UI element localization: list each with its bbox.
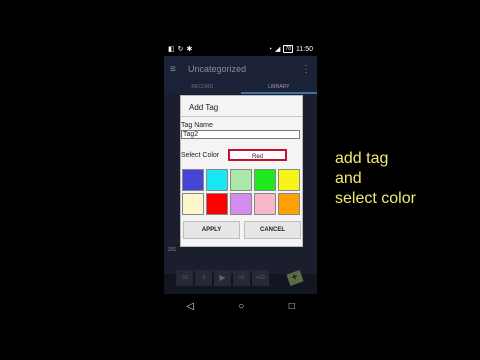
cancel-button[interactable]: CANCEL [244, 221, 301, 239]
android-nav-bar: ◁ ○ □ [164, 294, 317, 318]
dialog-divider [181, 116, 302, 117]
back-icon[interactable]: ◁ [186, 301, 194, 312]
color-swatch[interactable] [182, 193, 204, 215]
notification-icon: ◧ [168, 46, 175, 53]
color-swatch[interactable] [206, 169, 228, 191]
home-icon[interactable]: ○ [238, 301, 244, 312]
phone-screen: ◧ ↻ ✱ ◔ ◢ 78 11:50 ≡ Uncategorized ⋮ REC… [164, 42, 317, 318]
tag-name-input[interactable] [181, 130, 300, 139]
signal-icon: ◢ [275, 46, 281, 53]
apply-button[interactable]: APPLY [183, 221, 240, 239]
color-swatch[interactable] [206, 193, 228, 215]
sync-icon: ↻ [177, 46, 184, 53]
color-swatch[interactable] [254, 169, 276, 191]
bluetooth-icon: ✱ [186, 46, 193, 53]
battery-indicator: 78 [283, 45, 293, 53]
dialog-title: Add Tag [189, 103, 219, 112]
color-swatch[interactable] [278, 193, 300, 215]
wifi-icon: ◔ [267, 45, 273, 53]
tag-name-label: Tag Name [181, 122, 213, 129]
color-swatch-grid [182, 169, 301, 215]
selected-color-field[interactable]: Red [228, 149, 287, 161]
color-swatch[interactable] [230, 169, 252, 191]
color-swatch[interactable] [182, 169, 204, 191]
color-swatch[interactable] [254, 193, 276, 215]
status-bar: ◧ ↻ ✱ ◔ ◢ 78 11:50 [164, 42, 317, 56]
caption-line-2: and [335, 170, 362, 187]
select-color-label: Select Color [181, 152, 220, 159]
tutorial-caption: add tag and select color [335, 149, 416, 209]
status-time: 11:50 [296, 45, 313, 53]
color-swatch[interactable] [230, 193, 252, 215]
add-tag-dialog: Add Tag Tag Name Select Color Red APPLY … [180, 95, 303, 247]
color-swatch[interactable] [278, 169, 300, 191]
status-icons-left: ◧ ↻ ✱ [168, 45, 192, 53]
caption-line-3: select color [335, 190, 416, 207]
recents-icon[interactable]: □ [289, 301, 295, 312]
status-icons-right: ◔ ◢ 78 11:50 [268, 45, 313, 53]
caption-line-1: add tag [335, 150, 389, 167]
